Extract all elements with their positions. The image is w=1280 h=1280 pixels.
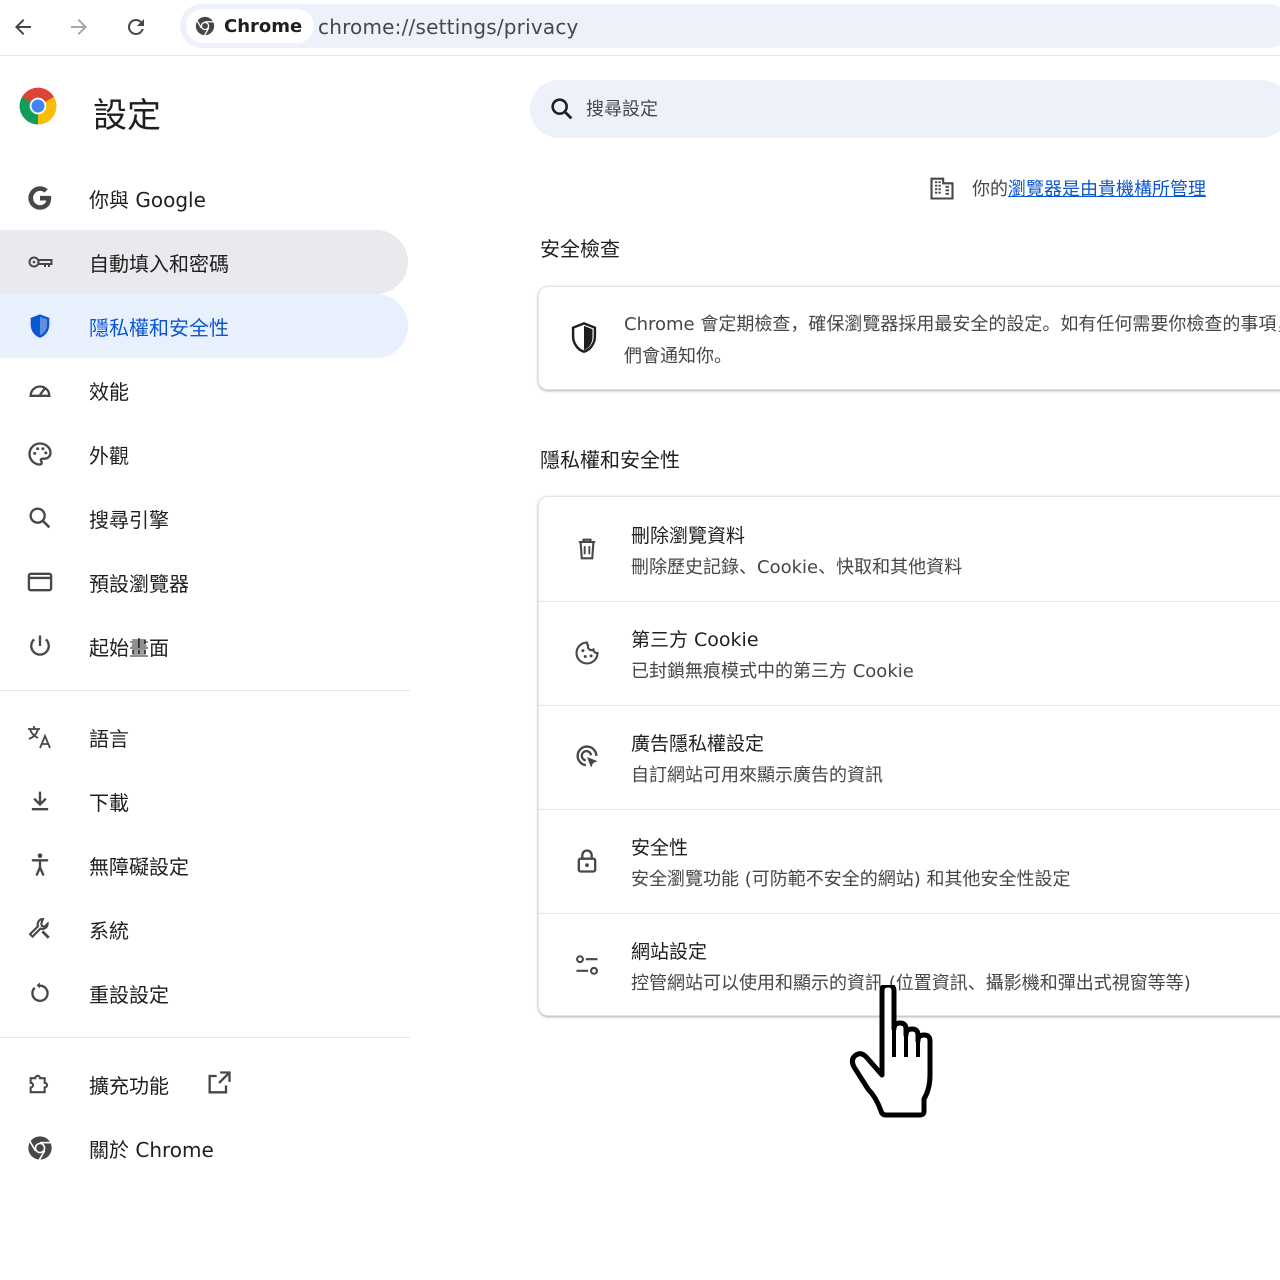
search-icon — [551, 98, 573, 120]
site-settings-icon — [571, 949, 603, 981]
settings-header: 設定 — [18, 86, 161, 136]
browser-window-icon — [24, 566, 56, 598]
palette-icon — [24, 438, 56, 470]
sidebar-item-privacy[interactable]: 隱私權和安全性 — [0, 294, 408, 358]
privacy-card: 刪除瀏覽資料 刪除歷史記錄、Cookie、快取和其他資料 第三方 Cookie … — [538, 496, 1280, 1016]
sidebar-item-label: 效能 — [89, 379, 129, 404]
sidebar-item-label: 系統 — [89, 918, 129, 943]
sidebar-item-label: 語言 — [89, 726, 129, 751]
settings-sidebar: 設定 你與 Google 自動填入和密碼 隱私權和安全性 效能 外觀 搜尋引擎 … — [0, 62, 420, 1280]
clear-browsing-data-row[interactable]: 刪除瀏覽資料 刪除歷史記錄、Cookie、快取和其他資料 — [539, 497, 1280, 601]
sidebar-item-label: 重設設定 — [89, 982, 169, 1007]
accessibility-icon — [24, 849, 56, 881]
security-row[interactable]: 安全性 安全瀏覽功能 (可防範不安全的網站) 和其他安全性設定 — [539, 809, 1280, 913]
sidebar-item-you-and-google[interactable]: 你與 Google — [0, 166, 408, 230]
sidebar-item-performance[interactable]: 效能 — [0, 358, 408, 422]
sidebar-item-default-browser[interactable]: 預設瀏覽器 — [0, 550, 408, 614]
managed-notice: 你的 瀏覽器是由貴機構所管理 — [928, 174, 1206, 202]
sidebar-item-system[interactable]: 系統 — [0, 897, 408, 961]
row-title: 第三方 Cookie — [631, 629, 759, 651]
sidebar-item-label: 擴充功能 — [89, 1073, 169, 1098]
forward-button[interactable] — [62, 10, 96, 44]
site-settings-row[interactable]: 網站設定 控管網站可以使用和顯示的資訊 (位置資訊、攝影機和彈出式視窗等等) — [539, 913, 1280, 1015]
row-subtitle: 刪除歷史記錄、Cookie、快取和其他資料 — [631, 557, 963, 578]
sidebar-item-autofill[interactable]: 自動填入和密碼 — [0, 230, 408, 294]
site-chip[interactable]: Chrome — [186, 9, 315, 43]
chrome-logo-icon — [19, 87, 57, 125]
search-icon — [24, 502, 56, 534]
sidebar-item-downloads[interactable]: 下載 — [0, 769, 408, 833]
row-subtitle: 自訂網站可用來顯示廣告的資訊 — [631, 765, 883, 786]
chrome-icon — [24, 1132, 56, 1164]
google-g-icon — [24, 182, 56, 214]
url-text[interactable]: chrome://settings/privacy — [318, 15, 579, 39]
sidebar-item-label: 關於 Chrome — [89, 1137, 214, 1162]
sidebar-item-label: 預設瀏覽器 — [89, 571, 189, 596]
site-chip-label: Chrome — [224, 15, 303, 37]
safety-check-card: Chrome 會定期檢查，確保瀏覽器採用最安全的設定。如有任何需要你檢查的事項，… — [538, 286, 1280, 390]
puzzle-icon — [24, 1068, 56, 1100]
reload-icon — [127, 18, 144, 35]
lock-icon — [571, 845, 603, 877]
sidebar-item-label: 自動填入和密碼 — [89, 251, 229, 276]
managed-prefix: 你的 — [972, 179, 1008, 200]
row-title: 廣告隱私權設定 — [631, 733, 765, 755]
sidebar-item-label: 起始畫面 — [89, 635, 169, 660]
sidebar-item-appearance[interactable]: 外觀 — [0, 422, 408, 486]
cookie-icon — [571, 637, 603, 669]
wrench-icon — [24, 913, 56, 945]
sidebar-item-label: 外觀 — [89, 443, 129, 468]
translate-icon — [24, 721, 56, 753]
address-bar[interactable]: Chrome chrome://settings/privacy — [180, 4, 1280, 48]
safety-check-heading: 安全檢查 — [540, 237, 620, 261]
download-icon — [24, 785, 56, 817]
third-party-cookies-row[interactable]: 第三方 Cookie 已封鎖無痕模式中的第三方 Cookie — [539, 601, 1280, 705]
trash-icon — [571, 533, 603, 565]
power-icon — [24, 630, 56, 662]
browser-toolbar: Chrome chrome://settings/privacy — [0, 0, 1280, 56]
shield-icon — [24, 310, 56, 342]
sidebar-item-about-chrome[interactable]: 關於 Chrome — [0, 1116, 408, 1180]
sidebar-item-extensions[interactable]: 擴充功能 — [0, 1052, 408, 1116]
page-title: 設定 — [93, 96, 161, 136]
sidebar-item-label: 無障礙設定 — [89, 854, 189, 879]
sidebar-item-accessibility[interactable]: 無障礙設定 — [0, 833, 408, 897]
managed-link[interactable]: 瀏覽器是由貴機構所管理 — [1008, 175, 1206, 201]
sidebar-item-on-startup[interactable]: 起始畫面 — [0, 614, 408, 678]
row-subtitle: 控管網站可以使用和顯示的資訊 (位置資訊、攝影機和彈出式視窗等等) — [631, 973, 1191, 994]
speedometer-icon — [24, 374, 56, 406]
arrow-right-icon — [71, 19, 87, 35]
sidebar-item-label: 搜尋引擎 — [89, 507, 169, 532]
privacy-heading: 隱私權和安全性 — [540, 448, 680, 472]
row-title: 刪除瀏覽資料 — [631, 525, 746, 547]
ad-privacy-icon — [571, 741, 603, 773]
sidebar-item-reset[interactable]: 重設設定 — [0, 961, 408, 1025]
shield-icon — [571, 322, 597, 353]
sidebar-item-languages[interactable]: 語言 — [0, 705, 408, 769]
row-subtitle: 安全瀏覽功能 (可防範不安全的網站) 和其他安全性設定 — [631, 869, 1071, 890]
sidebar-item-search-engine[interactable]: 搜尋引擎 — [0, 486, 408, 550]
back-button[interactable] — [6, 10, 40, 44]
row-subtitle: 已封鎖無痕模式中的第三方 Cookie — [631, 661, 914, 682]
sidebar-item-label: 下載 — [89, 790, 129, 815]
sidebar-divider — [0, 690, 410, 691]
open-in-new-icon[interactable] — [205, 1069, 233, 1097]
row-title: 網站設定 — [631, 941, 708, 963]
sidebar-item-label: 隱私權和安全性 — [89, 315, 229, 340]
safety-check-text: Chrome 會定期檢查，確保瀏覽器採用最安全的設定。如有任何需要你檢查的事項，… — [624, 314, 1280, 367]
reload-button[interactable] — [119, 10, 153, 44]
sidebar-divider — [0, 1037, 410, 1038]
arrow-left-icon — [15, 19, 31, 35]
search-input[interactable] — [586, 94, 1186, 124]
building-icon — [930, 177, 954, 200]
settings-search[interactable] — [530, 80, 1280, 138]
chrome-icon — [195, 16, 215, 36]
reset-icon — [24, 977, 56, 1009]
key-icon — [24, 246, 56, 278]
ad-privacy-row[interactable]: 廣告隱私權設定 自訂網站可用來顯示廣告的資訊 — [539, 705, 1280, 809]
sidebar-item-label: 你與 Google — [89, 187, 206, 212]
row-title: 安全性 — [631, 837, 689, 859]
